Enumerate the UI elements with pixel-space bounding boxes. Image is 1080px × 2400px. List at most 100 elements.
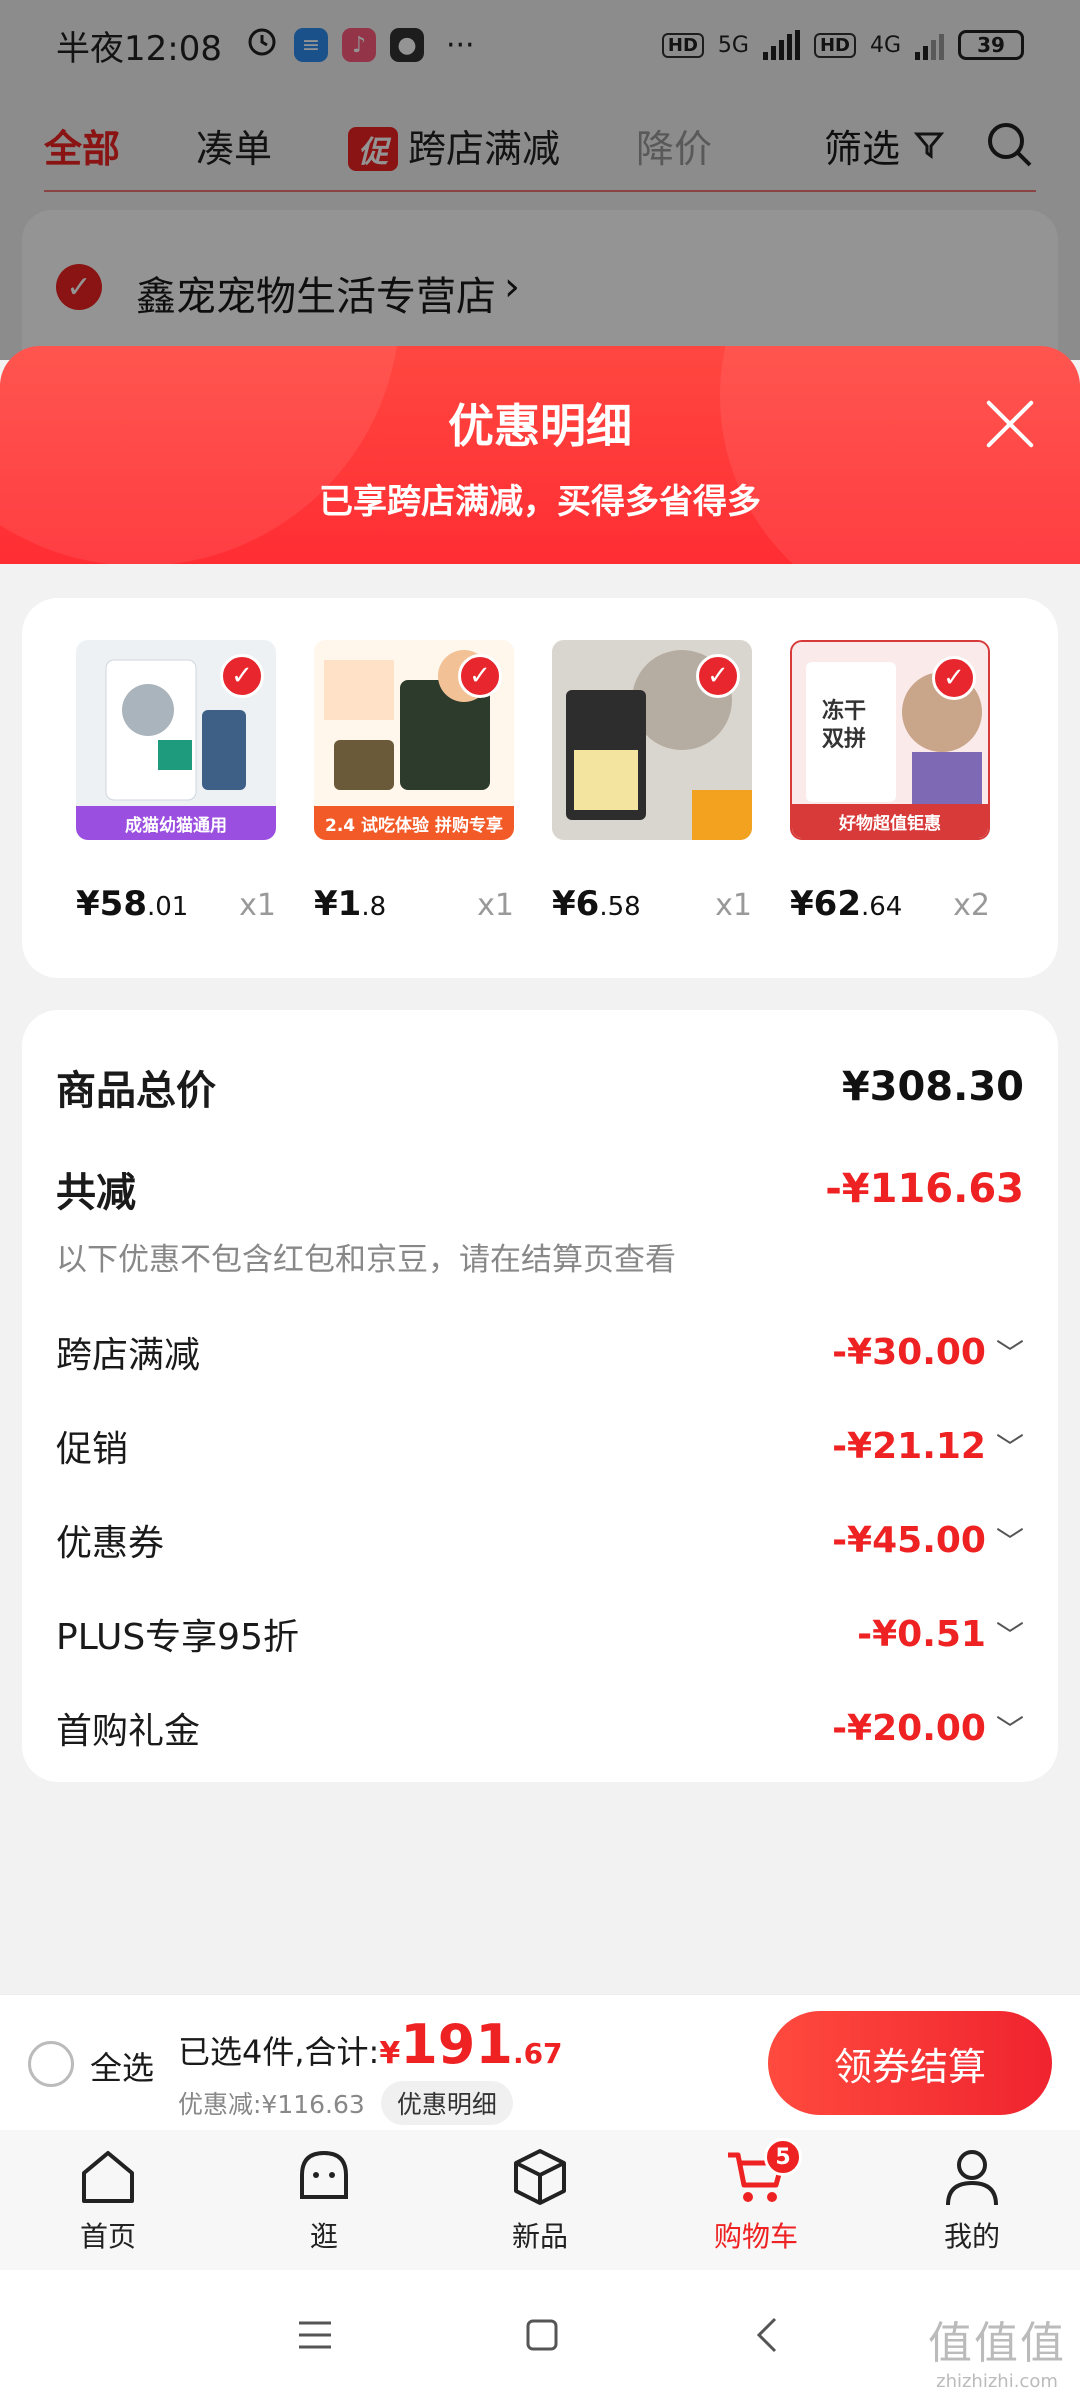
- watermark-url: zhizhizhi.com: [936, 2371, 1058, 2392]
- watermark-logo-text: 值值值: [928, 2318, 1066, 2369]
- discount-summary: 优惠减:¥116.63 优惠明细: [178, 2081, 513, 2125]
- discount-sheet-body: ✓ 成猫幼猫通用 ¥58.01 x1 ✓ 2.4 试吃体验 拼购专享 ¥1.8 …: [0, 564, 1080, 1994]
- checkout-button[interactable]: 领券结算: [768, 2011, 1052, 2115]
- price-integer: ¥1: [314, 884, 362, 924]
- discount-amount: 优惠减:¥116.63: [178, 2090, 365, 2119]
- total-reduction-row: 共减 -¥116.63: [56, 1160, 1024, 1218]
- discount-label: 首购礼金: [56, 1711, 201, 1752]
- tab-label: 首页: [79, 2220, 136, 2253]
- price-summary-card: 商品总价 ¥308.30 共减 -¥116.63 以下优惠不包含红包和京豆，请在…: [22, 1010, 1058, 1782]
- product-price-row: ¥58.01 x1: [76, 884, 276, 924]
- discount-row-plus[interactable]: PLUS专享95折 -¥0.51 ﹀: [56, 1608, 1024, 1660]
- tab-label: 购物车: [713, 2220, 798, 2253]
- price-integer: ¥62: [790, 884, 861, 924]
- product-quantity: x1: [715, 888, 752, 923]
- discount-note: 以下优惠不包含红包和京豆，请在结算页查看: [56, 1242, 676, 1278]
- selected-summary: 已选4件,合计: ¥191.67: [178, 2013, 563, 2076]
- product-tag: 成猫幼猫通用: [76, 806, 276, 840]
- discount-value: -¥45.00: [832, 1519, 986, 1561]
- close-icon[interactable]: [982, 396, 1038, 452]
- menu-icon[interactable]: [295, 2317, 335, 2353]
- product-thumbnail: ✓ 2.4 试吃体验 拼购专享: [314, 640, 514, 840]
- selected-check-icon: ✓: [696, 654, 740, 698]
- product-price: ¥58.01: [76, 884, 188, 924]
- home-icon: [82, 2151, 134, 2203]
- total-price-label: 商品总价: [56, 1068, 216, 1114]
- discount-value: -¥0.51: [857, 1613, 986, 1655]
- tab-mine[interactable]: 我的: [864, 2130, 1080, 2270]
- product-thumbnail: ✓: [552, 640, 752, 840]
- chevron-down-icon: ﹀: [995, 1525, 1024, 1558]
- discount-value: -¥21.12: [832, 1425, 986, 1467]
- product-quantity: x1: [239, 888, 276, 923]
- selected-products-card: ✓ 成猫幼猫通用 ¥58.01 x1 ✓ 2.4 试吃体验 拼购专享 ¥1.8 …: [22, 598, 1058, 978]
- product-item[interactable]: ✓ 成猫幼猫通用 ¥58.01 x1: [76, 598, 296, 978]
- product-price-row: ¥1.8 x1: [314, 884, 514, 924]
- total-decimal: .67: [512, 2037, 563, 2070]
- total-integer: 191: [400, 2013, 513, 2076]
- sheet-subtitle: 已享跨店满减，买得多省得多: [319, 482, 761, 522]
- total-currency: ¥: [379, 2036, 401, 2071]
- product-item[interactable]: ✓ 2.4 试吃体验 拼购专享 ¥1.8 x1: [314, 598, 534, 978]
- price-decimal: .58: [599, 892, 641, 922]
- discount-row-first-purchase[interactable]: 首购礼金 -¥20.00 ﹀: [56, 1702, 1024, 1754]
- product-thumbnail: ✓ 成猫幼猫通用: [76, 640, 276, 840]
- product-price-row: ¥62.64 x2: [790, 884, 990, 924]
- back-icon[interactable]: [749, 2315, 785, 2355]
- discount-detail-button[interactable]: 优惠明细: [380, 2081, 513, 2125]
- discount-label: 优惠券: [56, 1523, 165, 1564]
- price-decimal: .64: [860, 892, 903, 922]
- total-price-value: ¥308.30: [841, 1064, 1024, 1110]
- discount-label: 促销: [56, 1429, 129, 1470]
- chevron-down-icon: ﹀: [995, 1337, 1024, 1370]
- product-item[interactable]: 冻干 双拼 ✓ 好物超值钜惠 ¥62.64 x2: [790, 598, 1010, 978]
- selected-check-icon: ✓: [220, 654, 264, 698]
- price-decimal: .8: [361, 892, 387, 922]
- discount-value: -¥30.00: [832, 1331, 986, 1373]
- price-integer: ¥6: [552, 884, 600, 924]
- product-price-row: ¥6.58 x1: [552, 884, 752, 924]
- price-integer: ¥58: [76, 884, 147, 924]
- cart-count-badge: 5: [764, 2138, 802, 2176]
- checkout-bar: 全选 已选4件,合计: ¥191.67 优惠减:¥116.63 优惠明细 领券结…: [0, 1994, 1080, 2130]
- tab-label: 逛: [309, 2220, 338, 2253]
- selected-check-icon: ✓: [458, 654, 502, 698]
- total-reduction-value: -¥116.63: [825, 1166, 1024, 1212]
- select-all-label[interactable]: 全选: [90, 2043, 154, 2089]
- tab-home[interactable]: 首页: [0, 2130, 216, 2270]
- discount-row-coupon[interactable]: 优惠券 -¥45.00 ﹀: [56, 1514, 1024, 1566]
- selected-count-label: 已选4件,合计:: [178, 2033, 380, 2071]
- total-price-row: 商品总价 ¥308.30: [56, 1058, 1024, 1116]
- product-thumbnail: 冻干 双拼 ✓ 好物超值钜惠: [790, 640, 990, 840]
- tab-label: 我的: [943, 2220, 1000, 2253]
- modal-backdrop[interactable]: [0, 0, 1080, 360]
- home-square-icon[interactable]: [524, 2317, 560, 2353]
- product-item[interactable]: ✓ ¥6.58 x1: [552, 598, 772, 978]
- svg-text:冻干: 冻干: [822, 698, 866, 724]
- chevron-down-icon: ﹀: [995, 1619, 1024, 1652]
- bottom-tab-bar: 首页 逛 新品 购物车 5 我的: [0, 2130, 1080, 2270]
- mascot-icon: [300, 2150, 348, 2199]
- discount-sheet-header: 优惠明细 已享跨店满减，买得多省得多: [0, 346, 1080, 566]
- product-quantity: x2: [953, 888, 990, 923]
- system-nav-bar: 值值值 zhizhizhi.com: [0, 2270, 1080, 2400]
- tab-cart[interactable]: 购物车 5: [648, 2130, 864, 2270]
- product-tag: 好物超值钜惠: [792, 804, 988, 838]
- discount-row-cross-store[interactable]: 跨店满减 -¥30.00 ﹀: [56, 1326, 1024, 1378]
- discount-label: PLUS专享95折: [56, 1617, 299, 1658]
- tab-browse[interactable]: 逛: [216, 2130, 432, 2270]
- total-reduction-label: 共减: [56, 1170, 136, 1216]
- checkout-total: ¥191.67: [379, 2013, 562, 2076]
- product-price: ¥1.8: [314, 884, 386, 924]
- product-price: ¥6.58: [552, 884, 641, 924]
- box-icon: [514, 2149, 566, 2205]
- tab-new[interactable]: 新品: [432, 2130, 648, 2270]
- chevron-down-icon: ﹀: [995, 1431, 1024, 1464]
- discount-value: -¥20.00: [832, 1707, 986, 1749]
- product-quantity: x1: [477, 888, 514, 923]
- discount-label: 跨店满减: [56, 1335, 201, 1376]
- discount-row-promotion[interactable]: 促销 -¥21.12 ﹀: [56, 1420, 1024, 1472]
- product-tag: 2.4 试吃体验 拼购专享: [314, 806, 514, 840]
- product-price: ¥62.64: [790, 884, 902, 924]
- select-all-radio[interactable]: [28, 2041, 74, 2087]
